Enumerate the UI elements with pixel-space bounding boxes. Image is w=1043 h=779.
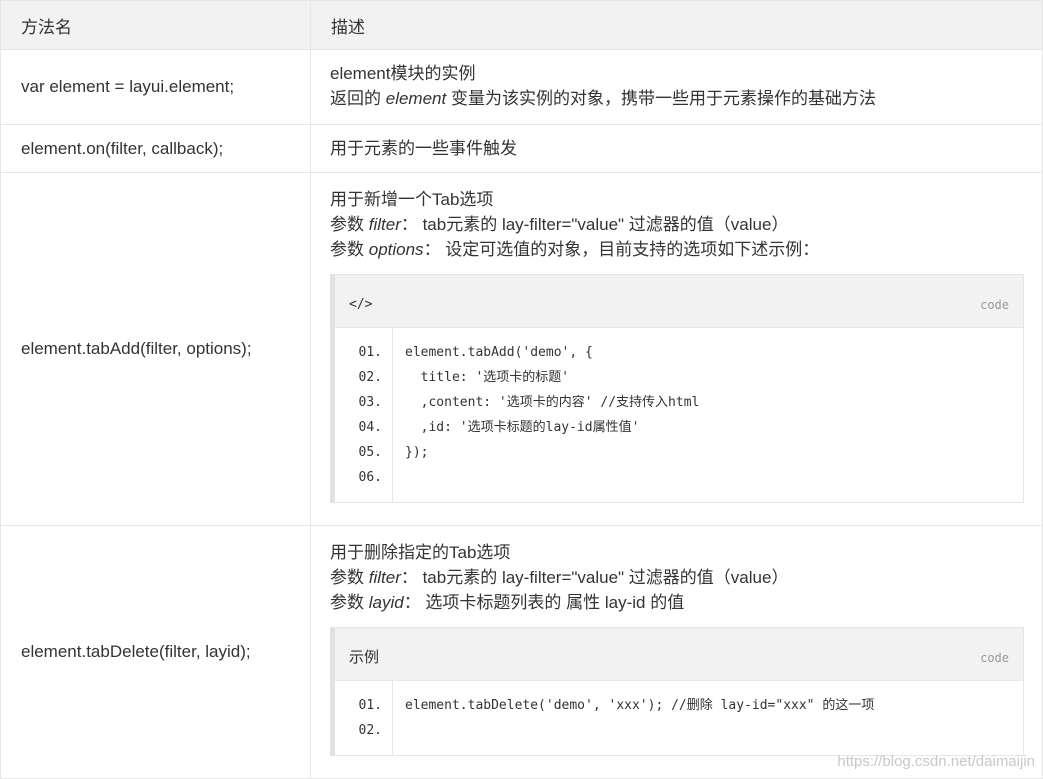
param-name: filter [368,568,401,587]
code-lines[interactable]: element.tabAdd('demo', { title: '选项卡的标题'… [393,328,1023,502]
table-row: element.tabAdd(filter, options); 用于新增一个T… [0,172,1043,526]
text: 变量为该实例的对象，携带一些用于元素操作的基础方法 [446,89,876,108]
param-name: element [385,89,447,108]
desc-line: 用于元素的一些事件触发 [330,139,517,158]
code-header: 示例 code [335,627,1024,681]
table-row: var element = layui.element; element模块的实… [0,49,1043,125]
desc-line: 参数 filter： tab元素的 lay-filter="value" 过滤器… [330,212,1024,237]
desc-line: 返回的 element 变量为该实例的对象，携带一些用于元素操作的基础方法 [330,86,1024,111]
text: 参数 [330,593,369,612]
line-number: 05. [358,445,382,460]
method-cell: element.tabAdd(filter, options); [0,172,311,526]
code-title: 示例 [349,649,380,666]
line-number: 01. [358,698,382,713]
code-line: title: '选项卡的标题' [405,370,570,385]
description-cell: 用于新增一个Tab选项 参数 filter： tab元素的 lay-filter… [310,172,1043,526]
desc-line: 参数 layid： 选项卡标题列表的 属性 lay-id 的值 [330,590,1024,615]
code-lang-label: code [980,298,1009,312]
code-line: element.tabDelete('demo', 'xxx'); //删除 l… [405,698,875,713]
line-number: 01. [358,345,382,360]
text: 参数 [330,215,369,234]
header-description: 描述 [310,0,1043,50]
line-number: 06. [358,470,382,485]
description-cell: element模块的实例 返回的 element 变量为该实例的对象，携带一些用… [310,49,1043,125]
code-line: }); [405,445,429,460]
table-row: element.tabDelete(filter, layid); 用于删除指定… [0,525,1043,779]
method-cell: element.on(filter, callback); [0,124,311,173]
line-number: 03. [358,395,382,410]
code-lines[interactable]: element.tabDelete('demo', 'xxx'); //删除 l… [393,681,1023,755]
line-number: 02. [358,723,382,738]
desc-line: 用于删除指定的Tab选项 [330,543,511,562]
code-line: ,content: '选项卡的内容' //支持传入html [405,395,700,410]
code-block: 示例 code 01. 02. element.tabDelete('demo'… [330,627,1024,756]
desc-line: 用于新增一个Tab选项 [330,190,494,209]
code-line: element.tabAdd('demo', { [405,345,593,360]
param-name: layid [368,593,404,612]
code-line: ,id: '选项卡标题的lay-id属性值' [405,420,640,435]
desc-line: 参数 filter： tab元素的 lay-filter="value" 过滤器… [330,565,1024,590]
line-numbers: 01. 02. [335,681,393,755]
param-name: options [368,240,424,259]
text: ： 选项卡标题列表的 属性 lay-id 的值 [403,593,685,612]
api-table: 方法名 描述 var element = layui.element; elem… [0,0,1043,779]
text: ： 设定可选值的对象，目前支持的选项如下述示例： [423,240,820,259]
text: ： tab元素的 lay-filter="value" 过滤器的值（value） [400,568,789,587]
param-name: filter [368,215,401,234]
table-row: element.on(filter, callback); 用于元素的一些事件触… [0,124,1043,173]
line-numbers: 01. 02. 03. 04. 05. 06. [335,328,393,502]
text: ： tab元素的 lay-filter="value" 过滤器的值（value） [400,215,789,234]
code-block: </> code 01. 02. 03. 04. 05. 06. element… [330,274,1024,503]
method-cell: var element = layui.element; [0,49,311,125]
code-body: 01. 02. element.tabDelete('demo', 'xxx')… [335,681,1024,756]
code-icon: </> [349,297,373,312]
desc-line: 参数 options： 设定可选值的对象，目前支持的选项如下述示例： [330,237,1024,262]
code-lang-label: code [980,651,1009,665]
code-body: 01. 02. 03. 04. 05. 06. element.tabAdd('… [335,328,1024,503]
description-cell: 用于元素的一些事件触发 [310,124,1043,173]
description-cell: 用于删除指定的Tab选项 参数 filter： tab元素的 lay-filte… [310,525,1043,779]
line-number: 02. [358,370,382,385]
code-header: </> code [335,274,1024,328]
watermark: https://blog.csdn.net/daimaijin [837,753,1035,770]
line-number: 04. [358,420,382,435]
text: 参数 [330,568,369,587]
table-header-row: 方法名 描述 [0,0,1043,50]
header-method: 方法名 [0,0,311,50]
method-cell: element.tabDelete(filter, layid); [0,525,311,779]
desc-line: element模块的实例 [330,64,476,83]
text: 返回的 [330,89,386,108]
text: 参数 [330,240,369,259]
